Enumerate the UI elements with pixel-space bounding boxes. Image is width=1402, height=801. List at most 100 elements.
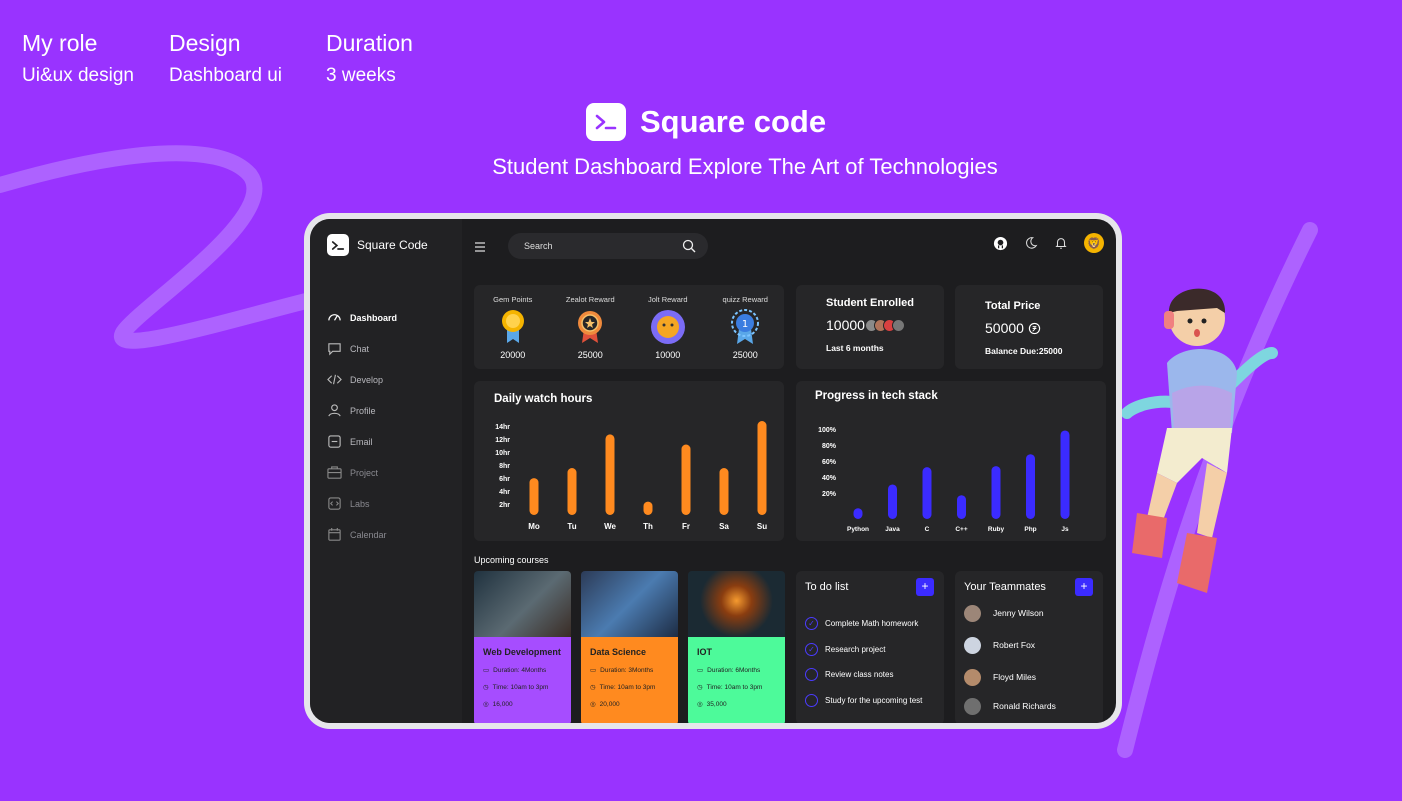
sidebar-item-calendar[interactable]: Calendar (327, 519, 397, 550)
search-bar[interactable]: Search (508, 233, 708, 259)
y-tick-label: 2hr (499, 502, 510, 509)
todo-item[interactable]: Review class notes (805, 668, 893, 681)
sidebar-item-label: Chat (350, 343, 370, 354)
bell-icon[interactable] (1054, 236, 1068, 250)
app-logo[interactable]: Square Code (327, 234, 428, 256)
avatar[interactable]: 🦁 (1084, 233, 1104, 253)
x-tick-label: We (604, 522, 616, 531)
jolt-badge-icon (650, 309, 686, 345)
search-input[interactable]: Search (524, 241, 553, 251)
hamburger-menu-icon[interactable] (474, 239, 486, 257)
reward-label: quizz Reward (722, 295, 768, 304)
course-card-web[interactable]: Web Development ▭ Duration: 4Months ◷ Time… (474, 571, 571, 723)
teammate-row[interactable]: Jenny Wilson (964, 605, 1044, 622)
course-duration-text: Duration: 3Months (600, 666, 654, 674)
app-name: Square Code (357, 238, 428, 252)
code-icon (327, 374, 342, 385)
course-body: Web Development ▭ Duration: 4Months ◷ Time… (474, 637, 571, 723)
sidebar-item-label: Project (350, 467, 379, 478)
chart-bar (922, 467, 932, 519)
add-todo-button[interactable]: + (916, 578, 934, 596)
price-sub: Balance Due:25000 (985, 346, 1063, 356)
x-tick-label: Mo (528, 522, 540, 531)
meta-role: My role Ui&ux design (22, 30, 134, 87)
sidebar-item-email[interactable]: Email (327, 426, 397, 457)
sidebar-item-project[interactable]: Project (327, 457, 397, 488)
meta-value: 3 weeks (326, 65, 396, 86)
tech-progress-chart: 100% 80% 60% 40% 20% Python Java C C++ Ruby Php Js (818, 427, 1070, 533)
x-tick-label: Python (847, 526, 869, 533)
course-price-text: 16,000 (492, 700, 513, 708)
teammate-name: Robert Fox (993, 639, 1036, 650)
reward-value: 25000 (732, 350, 758, 360)
chart-bar (757, 421, 767, 515)
avatar (964, 669, 981, 686)
course-image (688, 571, 785, 637)
tablet-frame: Square Code Dashboard Chat Develop Profi… (304, 213, 1122, 729)
todo-item[interactable]: ✓ Complete Math homework (805, 617, 918, 630)
todo-item[interactable]: ✓ Research project (805, 643, 885, 656)
course-body: Data Science ▭ Duration: 3Months ◷ Time: 1… (581, 637, 678, 723)
total-price-card: Total Price 50000 Balance Due:25000 (955, 285, 1103, 369)
todo-item[interactable]: Study for the upcoming test (805, 694, 922, 707)
course-duration-text: Duration: 6Months (707, 666, 761, 674)
y-tick-label: 14hr (495, 424, 510, 431)
reward-jolt: Jolt Reward 10000 (633, 295, 703, 369)
course-duration: ▭ Duration: 3Months (590, 666, 669, 675)
meta-value: Ui&ux design (22, 65, 134, 86)
course-duration-text: Duration: 4Months (493, 666, 547, 674)
check-icon[interactable]: ✓ (805, 643, 818, 656)
course-image (474, 571, 571, 637)
chart-bar (1026, 454, 1035, 519)
reward-gem-points: Gem Points 20000 (478, 295, 548, 369)
chart-bar (991, 466, 1001, 519)
sidebar-item-labs[interactable]: Labs (327, 488, 397, 519)
reward-value: 20000 (500, 350, 526, 360)
calendar-icon: ▭ (697, 667, 704, 674)
sidebar-item-label: Labs (350, 498, 370, 509)
avatar (964, 605, 981, 622)
course-duration: ▭ Duration: 6Months (697, 666, 776, 675)
x-tick-label: Php (1024, 526, 1036, 533)
sidebar-item-develop[interactable]: Develop (327, 364, 397, 395)
course-card-data-science[interactable]: Data Science ▭ Duration: 3Months ◷ Time: 1… (581, 571, 678, 723)
currency-icon (1028, 322, 1041, 334)
chart-bar (605, 434, 615, 515)
teammate-row[interactable]: Floyd Miles (964, 669, 1036, 686)
reward-label: Jolt Reward (647, 295, 688, 304)
github-icon[interactable] (993, 236, 1008, 251)
add-teammate-button[interactable]: + (1075, 578, 1093, 596)
briefcase-icon (327, 466, 342, 479)
character-illustration (1122, 288, 1278, 593)
medal-icon (495, 309, 531, 345)
x-tick-label: C++ (955, 526, 967, 533)
teammate-row[interactable]: Ronald Richards (964, 698, 1056, 715)
moon-icon[interactable] (1024, 236, 1038, 250)
chart-bar (529, 478, 539, 515)
x-tick-label: Ruby (988, 526, 1005, 533)
x-tick-label: Tu (567, 522, 576, 531)
sidebar-item-dashboard[interactable]: Dashboard (327, 302, 397, 333)
check-circle-icon[interactable] (805, 668, 818, 681)
labs-icon (328, 497, 341, 510)
course-price: ◎ 35,000 (697, 700, 776, 709)
course-name: IOT (697, 647, 712, 657)
course-time-text: Time: 10am to 3pm (492, 683, 549, 691)
sidebar-item-profile[interactable]: Profile (327, 395, 397, 426)
check-circle-icon[interactable] (805, 694, 818, 707)
course-price-text: 35,000 (706, 700, 727, 708)
course-image (581, 571, 678, 637)
coin-icon: ◎ (483, 701, 489, 708)
search-icon[interactable] (682, 239, 696, 253)
teammates-title: Your Teammates (964, 581, 1046, 593)
check-icon[interactable]: ✓ (805, 617, 818, 630)
teammate-row[interactable]: Robert Fox (964, 637, 1035, 654)
course-name: Data Science (590, 647, 647, 657)
reward-label: Gem Points (493, 295, 533, 304)
course-card-iot[interactable]: IOT ▭ Duration: 6Months ◷ Time: 10am to 3p… (688, 571, 785, 723)
x-tick-label: Th (643, 522, 653, 531)
course-time: ◷ Time: 10am to 3pm (483, 683, 562, 692)
x-tick-label: Sa (719, 522, 729, 531)
sidebar-item-chat[interactable]: Chat (327, 333, 397, 364)
teammate-name: Ronald Richards (993, 700, 1056, 711)
